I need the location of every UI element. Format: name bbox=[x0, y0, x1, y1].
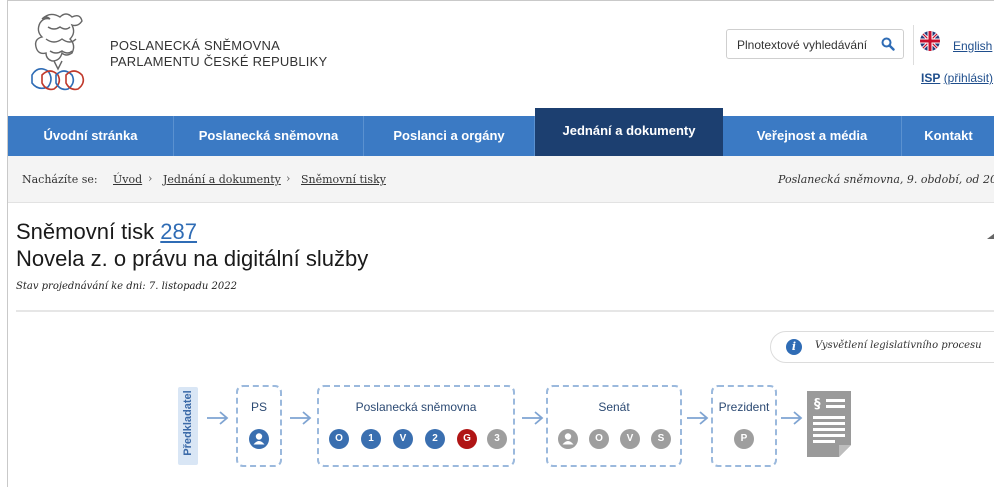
proposer-label: Předkladatel bbox=[182, 390, 194, 456]
info-icon: i bbox=[786, 339, 802, 355]
nav-item-sessions-documents[interactable]: Jednání a dokumenty bbox=[535, 108, 723, 156]
parliament-logo-icon[interactable] bbox=[22, 9, 100, 95]
nav-item-public-media[interactable]: Veřejnost a média bbox=[723, 116, 902, 156]
step-chamber-g-current[interactable]: G bbox=[457, 429, 477, 449]
arrow-right-icon bbox=[781, 411, 803, 425]
stage-ps-label: PS bbox=[250, 400, 267, 414]
breadcrumb-prints[interactable]: Sněmovní tisky bbox=[301, 173, 386, 186]
stage-chamber-box[interactable]: Poslanecká sněmovna O 1 V 2 G 3 bbox=[317, 385, 515, 467]
org-name-line2: PARLAMENTU ČESKÉ REPUBLIKY bbox=[110, 54, 328, 69]
arrow-right-icon bbox=[522, 411, 544, 425]
step-chamber-3[interactable]: 3 bbox=[487, 429, 507, 449]
stage-president-box[interactable]: Prezident P bbox=[711, 385, 777, 467]
breadcrumb-separator-icon: › bbox=[148, 172, 153, 185]
nav-item-home[interactable]: Úvodní stránka bbox=[8, 116, 174, 156]
nav-item-contact[interactable]: Kontakt bbox=[902, 116, 994, 156]
term-context: Poslanecká sněmovna, 9. období, od 202 bbox=[778, 173, 994, 186]
arrow-right-icon bbox=[687, 411, 709, 425]
breadcrumb-separator-icon: › bbox=[286, 172, 291, 185]
uk-flag-icon bbox=[920, 31, 940, 51]
isp-login[interactable]: ISP (přihlásit) bbox=[921, 71, 993, 85]
breadcrumb: Nacházíte se: Úvod › Jednání a dokumenty… bbox=[8, 156, 994, 203]
search-input[interactable] bbox=[735, 31, 879, 59]
step-senate-v[interactable]: V bbox=[620, 429, 640, 449]
step-chamber-1[interactable]: 1 bbox=[361, 429, 381, 449]
organization-name[interactable]: POSLANECKÁ SNĚMOVNA PARLAMENTU ČESKÉ REP… bbox=[110, 38, 327, 70]
corner-triangle-icon bbox=[987, 233, 994, 239]
arrow-right-icon bbox=[290, 411, 312, 425]
step-chamber-2[interactable]: 2 bbox=[425, 429, 445, 449]
site-header: POSLANECKÁ SNĚMOVNA PARLAMENTU ČESKÉ REP… bbox=[8, 1, 994, 111]
stage-senate-label: Senát bbox=[598, 400, 630, 414]
stage-ps-box[interactable]: PS bbox=[236, 385, 282, 467]
search-icon[interactable] bbox=[881, 37, 895, 51]
senate-person-icon[interactable] bbox=[558, 429, 578, 449]
main-navigation: Úvodní stránka Poslanecká sněmovna Posla… bbox=[8, 108, 994, 156]
breadcrumb-sessions[interactable]: Jednání a dokumenty bbox=[163, 173, 281, 186]
status-date: Stav projednávání ke dni: 7. listopadu 2… bbox=[16, 281, 237, 292]
page-frame: POSLANECKÁ SNĚMOVNA PARLAMENTU ČESKÉ REP… bbox=[7, 0, 994, 487]
step-chamber-first-reading-o[interactable]: O bbox=[329, 429, 349, 449]
isp-link[interactable]: ISP bbox=[921, 71, 940, 85]
page-title: Sněmovní tisk 287 bbox=[16, 219, 197, 245]
page-subtitle: Novela z. o právu na digitální služby bbox=[16, 246, 369, 271]
nav-item-deputies[interactable]: Poslanci a orgány bbox=[364, 116, 535, 156]
stage-chamber-label: Poslanecká sněmovna bbox=[355, 400, 477, 414]
arrow-right-icon bbox=[207, 411, 229, 425]
title-prefix: Sněmovní tisk bbox=[16, 219, 155, 244]
step-senate-o[interactable]: O bbox=[589, 429, 609, 449]
english-link[interactable]: English bbox=[953, 39, 992, 53]
section-divider bbox=[16, 310, 994, 312]
law-document-icon[interactable]: § bbox=[805, 389, 853, 459]
print-number-link[interactable]: 287 bbox=[160, 219, 197, 244]
org-name-line1: POSLANECKÁ SNĚMOVNA bbox=[110, 38, 280, 53]
proposer-stage[interactable]: Předkladatel bbox=[178, 387, 198, 465]
person-icon[interactable] bbox=[249, 429, 269, 449]
header-divider bbox=[913, 25, 914, 65]
breadcrumb-prefix: Nacházíte se: bbox=[22, 173, 98, 186]
step-chamber-v[interactable]: V bbox=[393, 429, 413, 449]
nav-item-chamber[interactable]: Poslanecká sněmovna bbox=[174, 116, 364, 156]
stage-president-label: Prezident bbox=[718, 400, 770, 414]
stage-senate-box[interactable]: Senát O V S bbox=[546, 385, 682, 467]
step-president-p[interactable]: P bbox=[734, 429, 754, 449]
svg-text:§: § bbox=[814, 397, 821, 412]
login-link[interactable]: (přihlásit) bbox=[944, 71, 993, 85]
explain-process-button[interactable]: i Vysvětlení legislativního procesu bbox=[770, 331, 994, 363]
breadcrumb-home[interactable]: Úvod bbox=[113, 173, 142, 186]
explain-process-label: Vysvětlení legislativního procesu bbox=[815, 340, 982, 351]
step-senate-s[interactable]: S bbox=[651, 429, 671, 449]
search-box bbox=[726, 29, 904, 59]
